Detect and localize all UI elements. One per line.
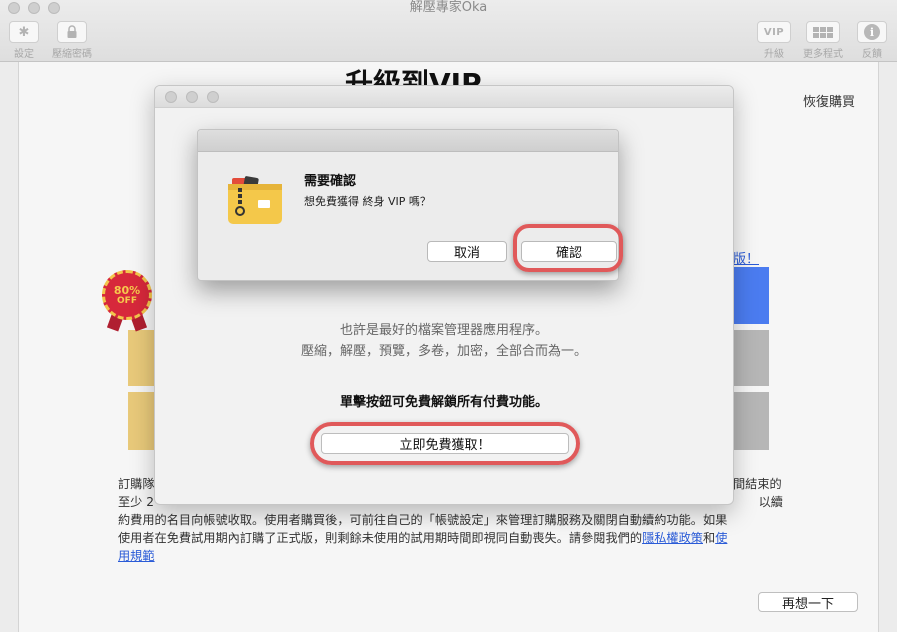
app-description-line: 壓縮，解壓，預覽，多卷，加密，全部合而為一。 [300,344,587,359]
app-description-line: 也許是最好的檔案管理器應用程序。 [339,323,548,338]
alert-title: 需要確認 [304,174,357,189]
main-toolbar: 解壓專家Oka ✱ 設定 壓縮密碼 VIP 升級 更多程式 i 反饋 [0,0,897,62]
privacy-policy-link[interactable]: 隱私權政策 [642,531,703,545]
confirm-button[interactable]: 確認 [521,241,617,262]
vip-column-cell [733,330,769,386]
terms-right-fragment: 間結束的 以續 [733,475,783,511]
discount-ribbon: 80% OFF [98,268,156,332]
free-column-cell [128,330,156,386]
modal-minimize-button[interactable] [186,91,198,103]
settings-button[interactable]: ✱ [9,21,39,43]
apps-grid-icon [813,26,833,38]
modal-zoom-button[interactable] [207,91,219,103]
discount-off: OFF [117,295,137,306]
rethink-button[interactable]: 再想一下 [758,592,858,612]
vip-page-title: 升級到VIP [345,67,482,86]
lock-icon [67,25,77,38]
terms-text: 使用者在免費試用期內訂購了正式版，則剩餘未使用的試用期時間即視同自動喪失。請參閱… [118,531,643,545]
confirmation-alert: 需要確認 想免費獲得 終身 VIP 嗎？ 取消 確認 [197,129,623,281]
restore-purchase-link[interactable]: 恢復購買 [803,91,855,110]
info-icon: i [864,24,880,40]
terms-line: 使用者在免費試用期內訂購了正式版，則剩餘未使用的試用期時間即視同自動喪失。請參閱… [118,529,780,547]
unlock-text: 單擊按鈕可免費解鎖所有付費功能。 [339,395,548,410]
more-apps-button[interactable] [806,21,840,43]
discount-percent: 80% [113,283,141,297]
modal-window-controls [165,91,219,103]
terms-fragment: 間結束的 [733,477,782,491]
get-free-button[interactable]: 立即免費獲取！ [321,433,569,454]
terms-of-use-link-cont[interactable]: 用規範 [118,549,155,563]
cancel-button[interactable]: 取消 [427,241,507,262]
discount-badge: 80% OFF [102,270,152,320]
upgrade-offer-link[interactable]: 版！ [733,248,759,267]
and-text: 和 [703,531,716,545]
alert-header [198,130,618,152]
compress-password-button[interactable] [57,21,87,43]
gear-icon: ✱ [18,24,30,40]
vip-column-cell [733,392,769,450]
compress-password-label: 壓縮密碼 [52,49,92,60]
upgrade-button[interactable]: VIP [757,21,791,43]
terms-line: 用規範 [118,547,780,565]
feedback-label: 反饋 [862,49,882,60]
modal-titlebar [155,86,733,108]
vip-badge: VIP [763,26,785,38]
terms-line: 約費用的名目向帳號收取。使用者購買後，可前往自己的「帳號設定」來管理訂購服務及關… [118,513,728,527]
alert-message: 想免費獲得 終身 VIP 嗎？ [304,195,431,208]
modal-close-button[interactable] [165,91,177,103]
archive-folder-icon [228,176,282,224]
terms-of-use-link[interactable]: 使 [715,531,727,545]
feedback-button[interactable]: i [857,21,887,43]
window-title: 解壓專家Oka [409,0,488,15]
free-column-cell [128,392,156,450]
terms-fragment: 以續 [758,495,783,509]
vip-column-highlight [733,267,769,324]
